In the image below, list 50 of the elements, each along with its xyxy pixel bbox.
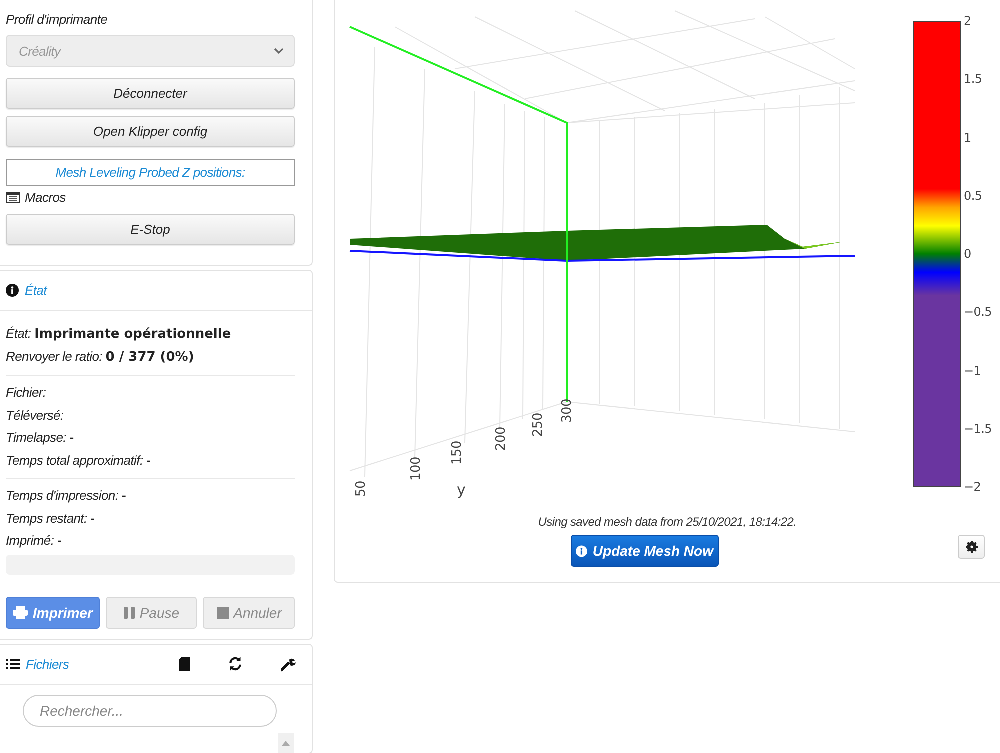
info-line: Téléversé: (6, 408, 64, 422)
y-axis-title: y (457, 481, 466, 499)
colorbar-tick: 0 (964, 247, 972, 261)
panel-button[interactable]: Open Klipper config (6, 116, 295, 147)
colorbar-tick: −0.5 (964, 305, 992, 320)
panel-button[interactable]: Déconnecter (6, 78, 295, 109)
profile-label: Profil d'imprimante (6, 12, 109, 27)
info-line: Fichier: (6, 385, 46, 400)
action-button[interactable]: Imprimer (6, 596, 100, 628)
colorbar-tick: 1.5 (964, 72, 984, 86)
pause-icon (124, 606, 135, 618)
wrench-icon[interactable] (281, 656, 296, 672)
info-line: Temps d'impression: - (6, 488, 126, 503)
colorbar-tick: 1 (964, 130, 972, 144)
y-axis-tick: 200 (494, 427, 509, 451)
estop-button[interactable]: E-Stop (6, 214, 295, 245)
y-axis-tick: 100 (409, 457, 424, 481)
files-title[interactable]: Fichiers (26, 656, 70, 672)
info-icon (6, 284, 19, 297)
y-axis-tick: 150 (450, 441, 465, 465)
mesh-leveling-link[interactable]: Mesh Leveling Probed Z positions: (6, 159, 295, 186)
stop-icon (216, 606, 229, 618)
sd-card-icon[interactable] (179, 657, 190, 671)
info-line: Imprimé: - (6, 533, 62, 548)
update-mesh-button[interactable]: Update Mesh Now (570, 535, 718, 567)
colorbar-tick: 0.5 (964, 188, 984, 203)
list-icon (6, 658, 20, 670)
ratio-line: Renvoyer le ratio: 0 / 377 (0%) (6, 348, 196, 367)
mesh-data-note: Using saved mesh data from 25/10/2021, 18:14:22. (537, 515, 798, 529)
info-line: Temps restant: - (6, 510, 95, 526)
info-line: Temps total approximatif: - (6, 452, 151, 468)
colorbar-tick: −2 (964, 480, 982, 494)
y-axis-tick: 50 (354, 481, 369, 497)
printer-icon (13, 606, 28, 619)
search-field[interactable]: Rechercher... (23, 694, 277, 726)
refresh-icon[interactable] (228, 657, 243, 671)
status-line: État: Imprimante opérationnelle (6, 325, 232, 344)
state-title[interactable]: État (25, 283, 47, 298)
settings-button[interactable] (958, 535, 985, 559)
y-axis-tick: 300 (560, 399, 575, 423)
list-icon (6, 192, 20, 203)
info-line: Timelapse: - (6, 430, 74, 445)
colorbar-tick: −1 (964, 364, 982, 378)
macros-label: Macros (25, 190, 66, 205)
gear-icon (966, 541, 978, 553)
chevron-down-icon (274, 48, 284, 54)
colorbar-tick: 2 (964, 14, 972, 28)
colorbar-tick: −1.5 (964, 422, 992, 436)
info-icon (576, 544, 587, 558)
y-axis-tick: 250 (531, 413, 546, 437)
